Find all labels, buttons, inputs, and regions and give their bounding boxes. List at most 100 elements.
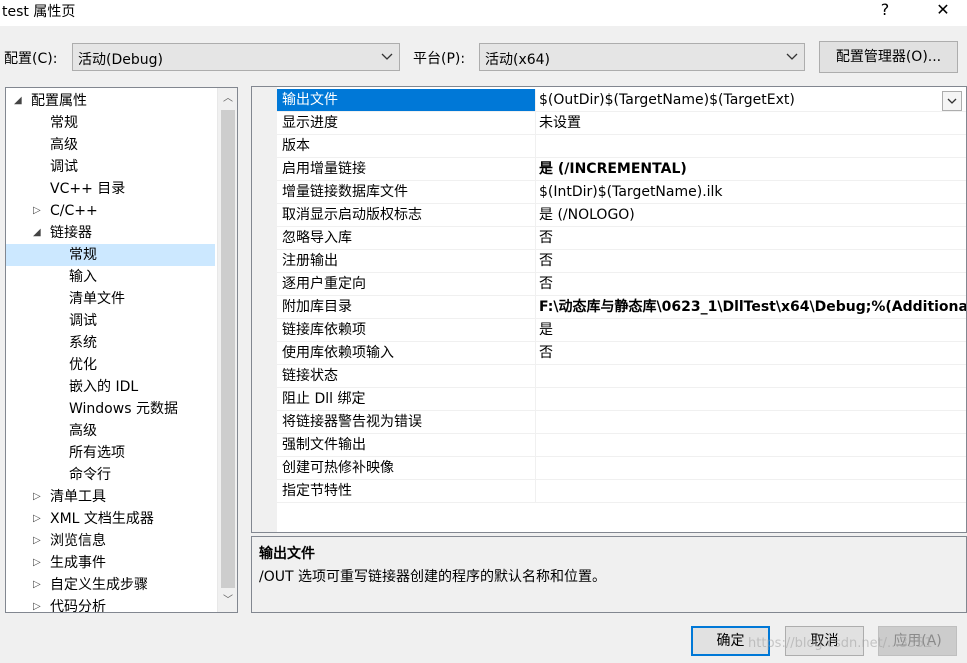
- value-dropdown-button[interactable]: [942, 91, 962, 111]
- property-value[interactable]: 未设置: [536, 112, 966, 134]
- collapse-icon[interactable]: ◢: [14, 90, 26, 112]
- tree-item[interactable]: 高级: [6, 420, 215, 442]
- property-value[interactable]: [536, 480, 966, 502]
- property-value[interactable]: 否: [536, 273, 966, 295]
- property-row[interactable]: 忽略导入库否: [277, 227, 966, 250]
- tree-item-label: 高级: [69, 423, 97, 439]
- watermark: https://blog.csdn.net/...3351: [748, 636, 933, 651]
- property-value[interactable]: 否: [536, 250, 966, 272]
- property-tree[interactable]: ◢ 配置属性 常规 高级 调试 VC++ 目录 ▷ C/C++ ◢ 链接器 常规 输入 清单文件 调试 系统…: [5, 87, 238, 613]
- tree-item[interactable]: 系统: [6, 332, 215, 354]
- property-value[interactable]: 否: [536, 342, 966, 364]
- description-text: /OUT 选项可重写链接器创建的程序的默认名称和位置。: [259, 569, 606, 585]
- property-row[interactable]: 版本: [277, 135, 966, 158]
- tree-item[interactable]: VC++ 目录: [6, 178, 215, 200]
- expand-icon[interactable]: ▷: [33, 200, 45, 222]
- expand-icon[interactable]: ▷: [33, 530, 45, 552]
- property-row[interactable]: 逐用户重定向否: [277, 273, 966, 296]
- title-bar: test 属性页 ? ✕: [0, 0, 967, 26]
- tree-item-label: VC++ 目录: [50, 181, 126, 197]
- config-label: 配置(C):: [4, 51, 58, 67]
- property-value[interactable]: [536, 434, 966, 456]
- property-value[interactable]: $(IntDir)$(TargetName).ilk: [536, 181, 966, 203]
- property-row[interactable]: 输出文件 $(OutDir)$(TargetName)$(TargetExt): [277, 89, 966, 112]
- property-row[interactable]: 增量链接数据库文件 $(IntDir)$(TargetName).ilk: [277, 181, 966, 204]
- property-row[interactable]: 链接库依赖项是: [277, 319, 966, 342]
- tree-item[interactable]: ▷ 代码分析: [6, 596, 215, 612]
- tree-item[interactable]: 常规: [6, 112, 215, 134]
- property-row[interactable]: 链接状态: [277, 365, 966, 388]
- expand-icon[interactable]: ▷: [33, 508, 45, 530]
- tree-item[interactable]: 调试: [6, 156, 215, 178]
- tree-item-label: 优化: [69, 357, 97, 373]
- tree-item-label: 调试: [69, 313, 97, 329]
- tree-item-label: 配置属性: [31, 93, 87, 109]
- platform-combo[interactable]: 活动(x64): [479, 43, 805, 71]
- property-row[interactable]: 启用增量链接是 (/INCREMENTAL): [277, 158, 966, 181]
- scroll-thumb[interactable]: [221, 110, 235, 588]
- tree-item[interactable]: ◢ 配置属性: [6, 90, 215, 112]
- tree-item[interactable]: 命令行: [6, 464, 215, 486]
- close-button[interactable]: ✕: [928, 0, 958, 23]
- tree-item-label: 生成事件: [50, 555, 106, 571]
- tree-item[interactable]: 优化: [6, 354, 215, 376]
- config-combo[interactable]: 活动(Debug): [72, 43, 400, 71]
- scroll-up-icon[interactable]: ︿: [218, 90, 237, 108]
- property-name: 创建可热修补映像: [277, 457, 536, 479]
- property-value[interactable]: 否: [536, 227, 966, 249]
- tree-item[interactable]: 常规: [6, 244, 215, 266]
- property-name: 阻止 Dll 绑定: [277, 388, 536, 410]
- collapse-icon[interactable]: ◢: [33, 222, 45, 244]
- tree-item[interactable]: ▷ 清单工具: [6, 486, 215, 508]
- property-value[interactable]: 是: [536, 319, 966, 341]
- property-value[interactable]: [536, 411, 966, 433]
- scroll-down-icon[interactable]: ﹀: [218, 592, 237, 610]
- expand-icon[interactable]: ▷: [33, 574, 45, 596]
- tree-item[interactable]: 所有选项: [6, 442, 215, 464]
- property-row[interactable]: 创建可热修补映像: [277, 457, 966, 480]
- tree-item[interactable]: ▷ XML 文档生成器: [6, 508, 215, 530]
- tree-item[interactable]: ▷ 自定义生成步骤: [6, 574, 215, 596]
- tree-item[interactable]: 高级: [6, 134, 215, 156]
- expand-icon[interactable]: ▷: [33, 552, 45, 574]
- tree-item[interactable]: ◢ 链接器: [6, 222, 215, 244]
- description-panel: 输出文件 /OUT 选项可重写链接器创建的程序的默认名称和位置。: [251, 536, 967, 613]
- tree-item[interactable]: 输入: [6, 266, 215, 288]
- expand-icon[interactable]: ▷: [33, 486, 45, 508]
- tree-item[interactable]: ▷ C/C++: [6, 200, 215, 222]
- property-value[interactable]: [536, 135, 966, 157]
- property-row[interactable]: 阻止 Dll 绑定: [277, 388, 966, 411]
- help-button[interactable]: ?: [870, 0, 900, 23]
- tree-item[interactable]: 嵌入的 IDL: [6, 376, 215, 398]
- property-value[interactable]: [536, 365, 966, 387]
- property-value[interactable]: 是 (/INCREMENTAL): [536, 158, 966, 180]
- tree-item[interactable]: 清单文件: [6, 288, 215, 310]
- tree-item[interactable]: 调试: [6, 310, 215, 332]
- property-row[interactable]: 显示进度 未设置: [277, 112, 966, 135]
- property-row[interactable]: 强制文件输出: [277, 434, 966, 457]
- tree-item-label: 清单工具: [50, 489, 106, 505]
- property-row[interactable]: 取消显示启动版权标志是 (/NOLOGO): [277, 204, 966, 227]
- tree-item[interactable]: Windows 元数据: [6, 398, 215, 420]
- property-grid[interactable]: 输出文件 $(OutDir)$(TargetName)$(TargetExt) 显示…: [251, 86, 967, 533]
- property-value[interactable]: $(OutDir)$(TargetName)$(TargetExt): [536, 89, 966, 111]
- tree-item[interactable]: ▷ 浏览信息: [6, 530, 215, 552]
- property-name: 取消显示启动版权标志: [277, 204, 536, 226]
- property-row[interactable]: 使用库依赖项输入否: [277, 342, 966, 365]
- config-value: 活动(Debug): [78, 52, 163, 68]
- tree-item[interactable]: ▷ 生成事件: [6, 552, 215, 574]
- property-value[interactable]: [536, 388, 966, 410]
- property-value[interactable]: 是 (/NOLOGO): [536, 204, 966, 226]
- config-manager-button[interactable]: 配置管理器(O)...: [819, 41, 958, 73]
- property-row[interactable]: 注册输出否: [277, 250, 966, 273]
- property-name: 指定节特性: [277, 480, 536, 502]
- property-row[interactable]: 将链接器警告视为错误: [277, 411, 966, 434]
- expand-icon[interactable]: ▷: [33, 596, 45, 612]
- tree-item-label: 所有选项: [69, 445, 125, 461]
- property-row[interactable]: 指定节特性: [277, 480, 966, 503]
- description-title: 输出文件: [259, 546, 315, 562]
- property-value[interactable]: [536, 457, 966, 479]
- property-row[interactable]: 附加库目录 F:\动态库与静态库\0623_1\DllTest\x64\Debug…: [277, 296, 966, 319]
- property-value[interactable]: F:\动态库与静态库\0623_1\DllTest\x64\Debug;%(Ad…: [536, 296, 966, 318]
- tree-scrollbar[interactable]: ︿ ﹀: [217, 88, 237, 612]
